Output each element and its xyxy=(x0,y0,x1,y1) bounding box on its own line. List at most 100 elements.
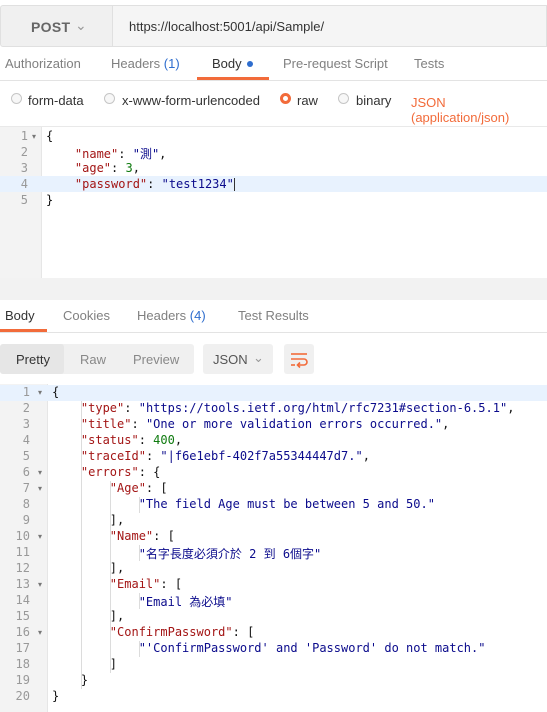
brace: } xyxy=(46,193,54,207)
line-number: 20 xyxy=(15,689,30,703)
line-number: 18 xyxy=(15,657,30,671)
json-key: "name" xyxy=(74,147,119,161)
view-pretty-button[interactable]: Pretty xyxy=(16,352,50,367)
code-line: "title": "One or more validation errors … xyxy=(80,417,450,431)
tab-body[interactable]: Body xyxy=(212,56,253,71)
url-input[interactable]: https://localhost:5001/api/Sample/ xyxy=(113,5,547,47)
json-string: "名字長度必須介於 2 到 6個字" xyxy=(138,547,322,561)
json-number: 3 xyxy=(125,161,133,175)
content-type-dropdown[interactable]: JSON (application/json) xyxy=(411,95,547,125)
tab-label: Body xyxy=(212,56,242,71)
tab-label: Headers xyxy=(137,308,187,323)
line-number: 8 xyxy=(22,497,30,511)
tab-count: (4) xyxy=(189,308,206,323)
json-key: "title" xyxy=(80,417,132,431)
tab-response-headers[interactable]: Headers (4) xyxy=(137,308,206,323)
json-key: "type" xyxy=(80,401,125,415)
brace: { xyxy=(46,129,54,143)
json-string: "Email 為必填" xyxy=(138,595,233,609)
json-key: "Name" xyxy=(109,529,154,543)
tab-label: Authorization xyxy=(5,56,81,71)
fold-arrow-icon[interactable]: ▾ xyxy=(38,388,42,397)
json-string: "One or more validation errors occurred.… xyxy=(145,417,443,431)
json-key: "status" xyxy=(80,433,139,447)
url-bar: POST ⌄ https://localhost:5001/api/Sample… xyxy=(0,0,547,48)
line-number: 9 xyxy=(22,513,30,527)
radio-form-data[interactable] xyxy=(11,93,22,104)
response-toolbar: Pretty Raw Preview JSON ⌄ xyxy=(0,333,547,381)
line-number: 12 xyxy=(15,561,30,575)
json-string: "https://tools.ietf.org/html/rfc7231#sec… xyxy=(138,401,508,415)
code-line: "errors": { xyxy=(80,465,161,479)
tab-headers[interactable]: Headers (1) xyxy=(111,56,180,71)
line-number: 6 xyxy=(22,465,30,479)
json-string: "'ConfirmPassword' and 'Password' do not… xyxy=(138,641,486,655)
radio-x-www-form-urlencoded[interactable] xyxy=(104,93,115,104)
method-select[interactable]: POST ⌄ xyxy=(0,5,113,47)
tab-cookies[interactable]: Cookies xyxy=(63,308,110,323)
line-number: 19 xyxy=(15,673,30,687)
radio-raw[interactable] xyxy=(280,93,291,104)
code-line: "名字長度必須介於 2 到 6個字" xyxy=(52,545,322,562)
json-string: "測" xyxy=(132,147,160,161)
format-select[interactable]: JSON ⌄ xyxy=(203,344,273,374)
json-key: "errors" xyxy=(80,465,139,479)
line-number: 13 xyxy=(15,577,30,591)
pane-splitter[interactable] xyxy=(0,278,547,300)
fold-arrow-icon[interactable]: ▾ xyxy=(38,532,42,541)
code-line: "name": "測", xyxy=(74,147,167,161)
fold-arrow-icon[interactable]: ▾ xyxy=(38,484,42,493)
tab-authorization[interactable]: Authorization xyxy=(5,56,81,71)
wrap-lines-button[interactable] xyxy=(284,344,314,374)
fold-arrow-icon[interactable]: ▾ xyxy=(38,580,42,589)
fold-arrow-icon[interactable]: ▾ xyxy=(38,628,42,637)
code-line: "password": "test1234" xyxy=(74,177,235,191)
code-line: "ConfirmPassword": [ xyxy=(109,625,255,639)
body-type-selector: form-data x-www-form-urlencoded raw bina… xyxy=(0,80,547,125)
tab-test-results[interactable]: Test Results xyxy=(238,308,309,323)
radio-label-binary: binary xyxy=(356,93,392,108)
line-number: 14 xyxy=(15,593,30,607)
fold-arrow-icon[interactable]: ▾ xyxy=(32,132,36,141)
wrap-lines-icon xyxy=(291,353,308,369)
code-line: "Email": [ xyxy=(109,577,183,591)
active-line-highlight xyxy=(0,385,547,401)
code-line: } xyxy=(52,673,89,687)
code-line: ], xyxy=(52,513,125,527)
line-number: 3 xyxy=(22,417,30,431)
code-line: "age": 3, xyxy=(74,161,140,175)
radio-label-raw: raw xyxy=(297,93,318,108)
radio-binary[interactable] xyxy=(338,93,349,104)
response-tabs: Body Cookies Headers (4) Test Results xyxy=(0,300,547,333)
code-line: "Name": [ xyxy=(109,529,175,543)
code-line: "type": "https://tools.ietf.org/html/rfc… xyxy=(80,401,515,415)
request-tabs: Authorization Headers (1) Body Pre-reque… xyxy=(0,48,547,81)
line-number: 7 xyxy=(22,481,30,495)
tab-label: Body xyxy=(5,308,35,323)
line-number: 2 xyxy=(20,145,28,159)
json-key: "ConfirmPassword" xyxy=(109,625,233,639)
fold-arrow-icon[interactable]: ▾ xyxy=(38,468,42,477)
json-key: "Age" xyxy=(109,481,146,495)
code-line: { xyxy=(46,129,53,143)
json-key: "traceId" xyxy=(80,449,146,463)
json-number: 400 xyxy=(153,433,175,447)
tab-response-body[interactable]: Body xyxy=(5,308,35,323)
line-number: 3 xyxy=(20,161,28,175)
code-line: "The field Age must be between 5 and 50.… xyxy=(52,497,435,511)
response-body-viewer[interactable]: 1 ▾ {2 "type": "https://tools.ietf.org/htm… xyxy=(0,384,547,712)
text-caret xyxy=(233,178,235,191)
view-preview-button[interactable]: Preview xyxy=(133,352,179,367)
tab-pre-request-script[interactable]: Pre-request Script xyxy=(283,56,388,71)
tab-tests[interactable]: Tests xyxy=(414,56,444,71)
json-key: "password" xyxy=(74,177,148,191)
tab-label: Tests xyxy=(414,56,445,71)
tab-label: Headers xyxy=(111,56,161,71)
request-body-editor[interactable]: 1 ▾ 2 3 4 5 { "name": "測", "age": 3, "pa… xyxy=(0,126,547,280)
code-line: "Age": [ xyxy=(109,481,168,495)
code-line: "status": 400, xyxy=(80,433,183,447)
code-line: ], xyxy=(52,561,125,575)
view-raw-button[interactable]: Raw xyxy=(80,352,106,367)
line-number: 2 xyxy=(22,401,30,415)
method-label: POST xyxy=(31,19,71,35)
